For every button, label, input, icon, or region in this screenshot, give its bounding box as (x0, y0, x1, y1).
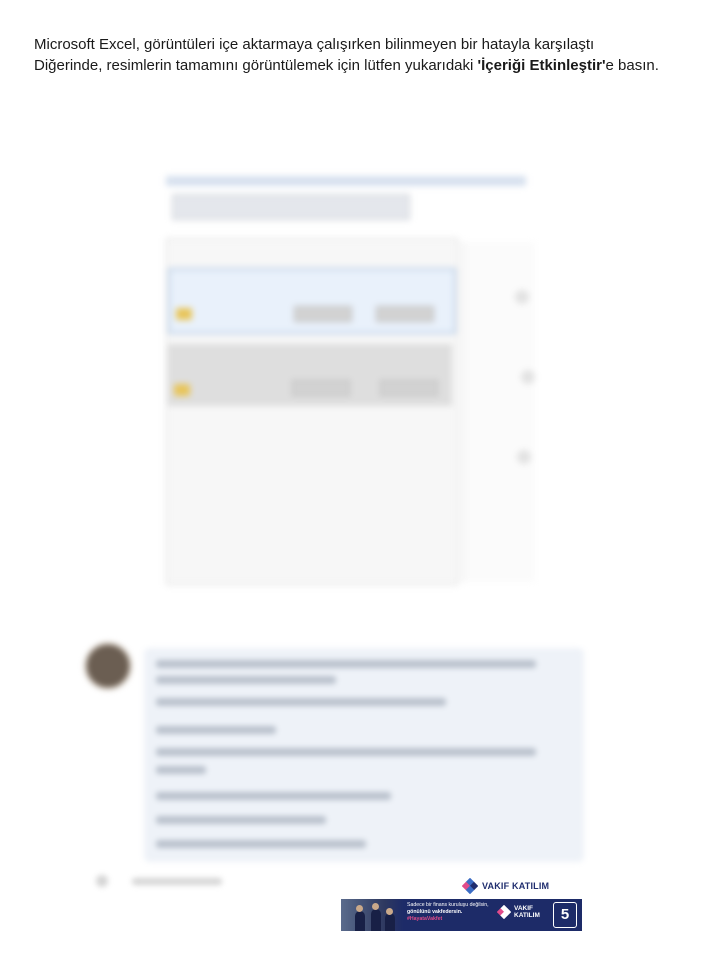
ad-text-line-1: Sadece bir finans kuruluşu değilsin, (407, 902, 489, 908)
preview-title-bar (166, 176, 526, 186)
person-head (372, 903, 379, 910)
diamond-logo-icon (497, 905, 511, 919)
comment-text-line (156, 840, 366, 848)
ad-banner[interactable]: Sadece bir finans kuruluşu değilsin, gön… (341, 899, 582, 931)
comment-text-line (156, 698, 446, 706)
preview-toolbar (172, 194, 410, 220)
person-figure (371, 909, 381, 931)
folder-icon (174, 384, 190, 396)
person-head (386, 908, 393, 915)
comment-text-line (156, 816, 326, 824)
reply-text (132, 878, 222, 885)
folder-icon (176, 308, 192, 320)
person-head (356, 905, 363, 912)
ad-brand-line-1: VAKIF (514, 905, 534, 912)
comment-text-line (156, 660, 536, 668)
preview-button (292, 380, 350, 396)
ad-brand-line-2: KATILIM (514, 912, 540, 919)
ad-logo-label: VAKIF KATILIM (482, 881, 550, 891)
comment-text-line (156, 748, 536, 756)
preview-button (294, 306, 352, 322)
person-figure (385, 913, 395, 931)
ad-brand: VAKIF KATILIM (497, 905, 540, 919)
message-line-1: Microsoft Excel, görüntüleri içe aktarma… (34, 36, 595, 53)
diamond-logo-icon (462, 878, 478, 894)
blurred-comment (80, 636, 590, 866)
preview-row (168, 344, 452, 406)
preview-button (380, 380, 438, 396)
comment-text-line (156, 766, 206, 774)
preview-button (376, 306, 434, 322)
blurred-reply-link (96, 872, 236, 890)
ad-hashtag: #HayataVakfet (407, 916, 443, 922)
message-line-2-suffix: e basın. (605, 57, 659, 74)
enable-content-label: 'İçeriği Etkinleştir' (477, 57, 606, 74)
ad-photo (341, 899, 403, 931)
document-message: Microsoft Excel, görüntüleri içe aktarma… (34, 34, 704, 76)
ad-text-line-2: gönülünü vakfedersin. (407, 909, 463, 915)
reply-icon (96, 875, 108, 887)
comment-text-line (156, 676, 336, 684)
message-line-2: Diğerinde, resimlerin tamamını görüntüle… (34, 55, 704, 76)
avatar (84, 642, 132, 690)
circle-icon (515, 290, 529, 304)
message-line-2-prefix: Diğerinde, resimlerin tamamını görüntüle… (34, 57, 478, 74)
comment-text-line (156, 792, 391, 800)
circle-icon (521, 370, 535, 384)
ad-text: Sadece bir finans kuruluşu değilsin, gön… (407, 902, 495, 923)
blurred-preview-image (162, 172, 535, 586)
ad-badge: 5 (553, 902, 577, 928)
preview-row-selected (168, 268, 456, 334)
circle-icon (517, 450, 531, 464)
vakif-katilim-logo[interactable]: VAKIF KATILIM (462, 877, 549, 895)
preview-right-pane (462, 242, 535, 582)
person-figure (355, 911, 365, 931)
comment-text-line (156, 726, 276, 734)
